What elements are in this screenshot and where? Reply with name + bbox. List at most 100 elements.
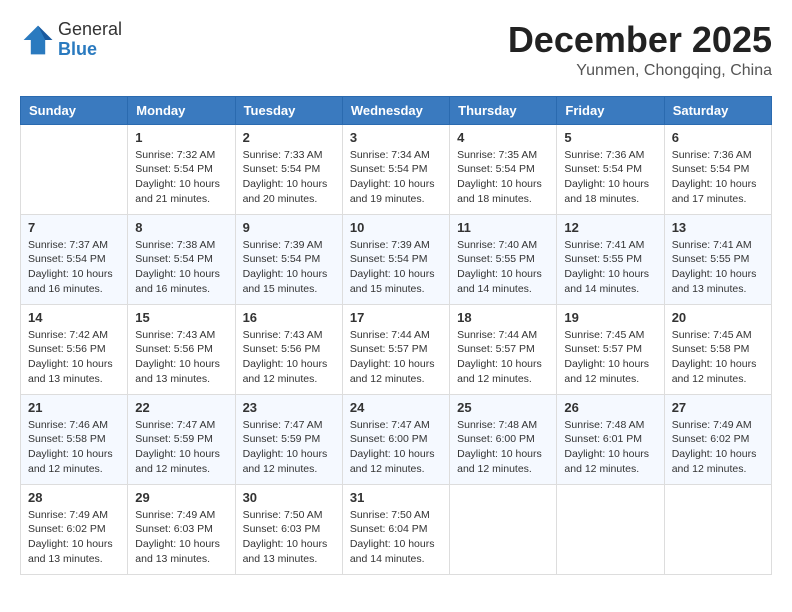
day-info: Sunrise: 7:42 AMSunset: 5:56 PMDaylight:… bbox=[28, 328, 120, 387]
col-saturday: Saturday bbox=[664, 96, 771, 124]
table-row: 9 Sunrise: 7:39 AMSunset: 5:54 PMDayligh… bbox=[235, 214, 342, 304]
logo-general-text: General bbox=[58, 20, 122, 40]
day-info: Sunrise: 7:50 AMSunset: 6:04 PMDaylight:… bbox=[350, 508, 442, 567]
day-number: 23 bbox=[243, 400, 335, 415]
day-number: 25 bbox=[457, 400, 549, 415]
day-info: Sunrise: 7:37 AMSunset: 5:54 PMDaylight:… bbox=[28, 238, 120, 297]
col-wednesday: Wednesday bbox=[342, 96, 449, 124]
table-row bbox=[557, 484, 664, 574]
day-number: 5 bbox=[564, 130, 656, 145]
day-info: Sunrise: 7:34 AMSunset: 5:54 PMDaylight:… bbox=[350, 148, 442, 207]
table-row: 18 Sunrise: 7:44 AMSunset: 5:57 PMDaylig… bbox=[450, 304, 557, 394]
calendar-table: Sunday Monday Tuesday Wednesday Thursday… bbox=[20, 96, 772, 575]
day-number: 1 bbox=[135, 130, 227, 145]
day-info: Sunrise: 7:48 AMSunset: 6:01 PMDaylight:… bbox=[564, 418, 656, 477]
table-row: 12 Sunrise: 7:41 AMSunset: 5:55 PMDaylig… bbox=[557, 214, 664, 304]
day-number: 16 bbox=[243, 310, 335, 325]
day-number: 28 bbox=[28, 490, 120, 505]
day-info: Sunrise: 7:33 AMSunset: 5:54 PMDaylight:… bbox=[243, 148, 335, 207]
day-info: Sunrise: 7:45 AMSunset: 5:57 PMDaylight:… bbox=[564, 328, 656, 387]
table-row: 7 Sunrise: 7:37 AMSunset: 5:54 PMDayligh… bbox=[21, 214, 128, 304]
logo-icon bbox=[20, 22, 56, 58]
table-row: 21 Sunrise: 7:46 AMSunset: 5:58 PMDaylig… bbox=[21, 394, 128, 484]
table-row: 24 Sunrise: 7:47 AMSunset: 6:00 PMDaylig… bbox=[342, 394, 449, 484]
table-row: 17 Sunrise: 7:44 AMSunset: 5:57 PMDaylig… bbox=[342, 304, 449, 394]
day-info: Sunrise: 7:43 AMSunset: 5:56 PMDaylight:… bbox=[243, 328, 335, 387]
calendar-week-1: 1 Sunrise: 7:32 AMSunset: 5:54 PMDayligh… bbox=[21, 124, 772, 214]
table-row: 19 Sunrise: 7:45 AMSunset: 5:57 PMDaylig… bbox=[557, 304, 664, 394]
day-info: Sunrise: 7:32 AMSunset: 5:54 PMDaylight:… bbox=[135, 148, 227, 207]
col-sunday: Sunday bbox=[21, 96, 128, 124]
day-info: Sunrise: 7:39 AMSunset: 5:54 PMDaylight:… bbox=[350, 238, 442, 297]
day-number: 15 bbox=[135, 310, 227, 325]
table-row: 8 Sunrise: 7:38 AMSunset: 5:54 PMDayligh… bbox=[128, 214, 235, 304]
day-info: Sunrise: 7:49 AMSunset: 6:02 PMDaylight:… bbox=[28, 508, 120, 567]
table-row: 2 Sunrise: 7:33 AMSunset: 5:54 PMDayligh… bbox=[235, 124, 342, 214]
day-number: 18 bbox=[457, 310, 549, 325]
day-info: Sunrise: 7:43 AMSunset: 5:56 PMDaylight:… bbox=[135, 328, 227, 387]
table-row: 5 Sunrise: 7:36 AMSunset: 5:54 PMDayligh… bbox=[557, 124, 664, 214]
day-info: Sunrise: 7:49 AMSunset: 6:03 PMDaylight:… bbox=[135, 508, 227, 567]
table-row: 28 Sunrise: 7:49 AMSunset: 6:02 PMDaylig… bbox=[21, 484, 128, 574]
day-number: 24 bbox=[350, 400, 442, 415]
day-info: Sunrise: 7:47 AMSunset: 5:59 PMDaylight:… bbox=[135, 418, 227, 477]
table-row bbox=[664, 484, 771, 574]
table-row: 15 Sunrise: 7:43 AMSunset: 5:56 PMDaylig… bbox=[128, 304, 235, 394]
table-row: 22 Sunrise: 7:47 AMSunset: 5:59 PMDaylig… bbox=[128, 394, 235, 484]
table-row: 27 Sunrise: 7:49 AMSunset: 6:02 PMDaylig… bbox=[664, 394, 771, 484]
table-row: 6 Sunrise: 7:36 AMSunset: 5:54 PMDayligh… bbox=[664, 124, 771, 214]
calendar-week-5: 28 Sunrise: 7:49 AMSunset: 6:02 PMDaylig… bbox=[21, 484, 772, 574]
table-row: 1 Sunrise: 7:32 AMSunset: 5:54 PMDayligh… bbox=[128, 124, 235, 214]
day-info: Sunrise: 7:45 AMSunset: 5:58 PMDaylight:… bbox=[672, 328, 764, 387]
day-info: Sunrise: 7:41 AMSunset: 5:55 PMDaylight:… bbox=[564, 238, 656, 297]
day-info: Sunrise: 7:38 AMSunset: 5:54 PMDaylight:… bbox=[135, 238, 227, 297]
day-number: 8 bbox=[135, 220, 227, 235]
day-info: Sunrise: 7:41 AMSunset: 5:55 PMDaylight:… bbox=[672, 238, 764, 297]
day-number: 19 bbox=[564, 310, 656, 325]
day-number: 9 bbox=[243, 220, 335, 235]
day-number: 31 bbox=[350, 490, 442, 505]
calendar-week-2: 7 Sunrise: 7:37 AMSunset: 5:54 PMDayligh… bbox=[21, 214, 772, 304]
day-number: 4 bbox=[457, 130, 549, 145]
day-number: 21 bbox=[28, 400, 120, 415]
col-friday: Friday bbox=[557, 96, 664, 124]
day-number: 3 bbox=[350, 130, 442, 145]
day-number: 2 bbox=[243, 130, 335, 145]
table-row: 25 Sunrise: 7:48 AMSunset: 6:00 PMDaylig… bbox=[450, 394, 557, 484]
table-row: 3 Sunrise: 7:34 AMSunset: 5:54 PMDayligh… bbox=[342, 124, 449, 214]
day-info: Sunrise: 7:36 AMSunset: 5:54 PMDaylight:… bbox=[564, 148, 656, 207]
day-info: Sunrise: 7:36 AMSunset: 5:54 PMDaylight:… bbox=[672, 148, 764, 207]
table-row: 13 Sunrise: 7:41 AMSunset: 5:55 PMDaylig… bbox=[664, 214, 771, 304]
col-thursday: Thursday bbox=[450, 96, 557, 124]
header: General Blue December 2025 Yunmen, Chong… bbox=[20, 20, 772, 80]
logo-blue-text: Blue bbox=[58, 40, 122, 60]
day-number: 10 bbox=[350, 220, 442, 235]
day-info: Sunrise: 7:39 AMSunset: 5:54 PMDaylight:… bbox=[243, 238, 335, 297]
month-title: December 2025 bbox=[508, 20, 772, 60]
title-area: December 2025 Yunmen, Chongqing, China bbox=[508, 20, 772, 80]
day-number: 27 bbox=[672, 400, 764, 415]
location-title: Yunmen, Chongqing, China bbox=[508, 62, 772, 80]
day-info: Sunrise: 7:49 AMSunset: 6:02 PMDaylight:… bbox=[672, 418, 764, 477]
day-info: Sunrise: 7:50 AMSunset: 6:03 PMDaylight:… bbox=[243, 508, 335, 567]
day-number: 20 bbox=[672, 310, 764, 325]
table-row: 29 Sunrise: 7:49 AMSunset: 6:03 PMDaylig… bbox=[128, 484, 235, 574]
table-row: 14 Sunrise: 7:42 AMSunset: 5:56 PMDaylig… bbox=[21, 304, 128, 394]
day-number: 29 bbox=[135, 490, 227, 505]
day-info: Sunrise: 7:44 AMSunset: 5:57 PMDaylight:… bbox=[350, 328, 442, 387]
calendar-week-3: 14 Sunrise: 7:42 AMSunset: 5:56 PMDaylig… bbox=[21, 304, 772, 394]
day-number: 7 bbox=[28, 220, 120, 235]
table-row: 16 Sunrise: 7:43 AMSunset: 5:56 PMDaylig… bbox=[235, 304, 342, 394]
day-number: 11 bbox=[457, 220, 549, 235]
table-row: 10 Sunrise: 7:39 AMSunset: 5:54 PMDaylig… bbox=[342, 214, 449, 304]
day-number: 26 bbox=[564, 400, 656, 415]
table-row: 23 Sunrise: 7:47 AMSunset: 5:59 PMDaylig… bbox=[235, 394, 342, 484]
table-row: 20 Sunrise: 7:45 AMSunset: 5:58 PMDaylig… bbox=[664, 304, 771, 394]
day-number: 12 bbox=[564, 220, 656, 235]
header-row: Sunday Monday Tuesday Wednesday Thursday… bbox=[21, 96, 772, 124]
day-number: 14 bbox=[28, 310, 120, 325]
day-info: Sunrise: 7:48 AMSunset: 6:00 PMDaylight:… bbox=[457, 418, 549, 477]
day-info: Sunrise: 7:40 AMSunset: 5:55 PMDaylight:… bbox=[457, 238, 549, 297]
day-info: Sunrise: 7:35 AMSunset: 5:54 PMDaylight:… bbox=[457, 148, 549, 207]
day-info: Sunrise: 7:47 AMSunset: 6:00 PMDaylight:… bbox=[350, 418, 442, 477]
